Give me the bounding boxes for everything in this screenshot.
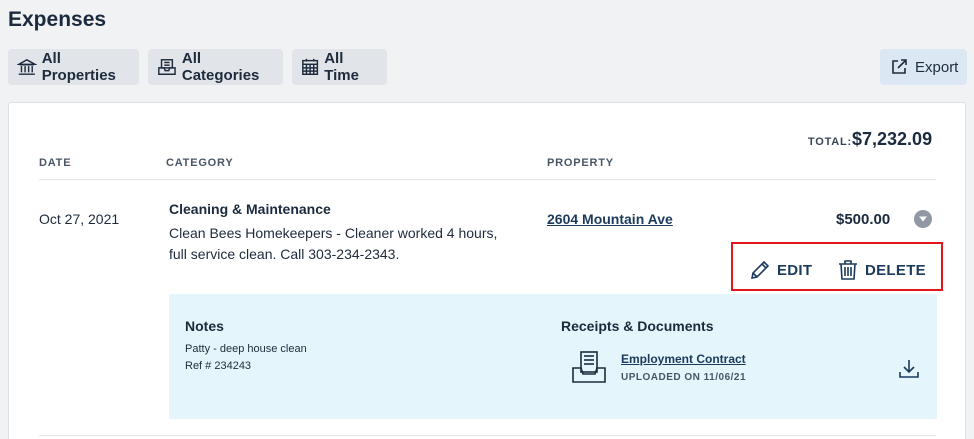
- row-amount: $500.00: [836, 211, 891, 228]
- export-button[interactable]: Export: [880, 49, 967, 85]
- column-header-date: DATE: [39, 157, 72, 169]
- document-upload-date: UPLOADED ON 11/06/21: [621, 372, 747, 383]
- trash-icon: [839, 260, 857, 280]
- column-header-category: CATEGORY: [166, 157, 234, 169]
- delete-button[interactable]: DELETE: [837, 259, 926, 281]
- inbox-tray-icon: [158, 59, 176, 75]
- page-title: Expenses: [8, 8, 107, 31]
- row-category: Cleaning & Maintenance: [169, 201, 331, 217]
- document-link[interactable]: Employment Contract: [621, 352, 746, 366]
- filter-all-properties-button[interactable]: All Properties: [8, 49, 139, 85]
- document-tray-icon: [572, 351, 606, 383]
- filter-all-time-button[interactable]: All Time: [292, 49, 387, 85]
- chevron-down-icon: [919, 216, 927, 222]
- delete-label: DELETE: [865, 261, 926, 279]
- calendar-icon: [302, 58, 319, 76]
- external-link-icon: [892, 59, 907, 74]
- export-label: Export: [915, 58, 959, 76]
- filter-all-categories-button[interactable]: All Categories: [148, 49, 283, 85]
- pencil-icon: [750, 260, 770, 280]
- notes-title: Notes: [185, 318, 224, 334]
- total-label: TOTAL:: [807, 136, 852, 148]
- building-icon: [17, 59, 37, 75]
- notes-line: Patty - deep house clean: [185, 343, 307, 355]
- receipts-title: Receipts & Documents: [561, 318, 714, 334]
- filter-label: All Categories: [181, 50, 260, 84]
- filter-label: All Properties: [41, 50, 116, 84]
- row-description: Clean Bees Homekeepers - Cleaner worked …: [169, 225, 498, 262]
- edit-label: EDIT: [777, 261, 813, 279]
- row-divider: [39, 435, 936, 436]
- row-property-link[interactable]: 2604 Mountain Ave: [547, 211, 673, 227]
- download-icon[interactable]: [898, 358, 920, 380]
- row-date: Oct 27, 2021: [39, 211, 120, 227]
- header-divider: [39, 179, 936, 180]
- details-panel: [169, 294, 937, 419]
- notes-line: Ref # 234243: [185, 360, 252, 372]
- filter-label: All Time: [324, 50, 359, 84]
- total-value: $7,232.09: [852, 129, 933, 149]
- edit-button[interactable]: EDIT: [749, 259, 812, 281]
- column-header-property: PROPERTY: [547, 157, 614, 169]
- row-collapse-button[interactable]: [914, 210, 932, 228]
